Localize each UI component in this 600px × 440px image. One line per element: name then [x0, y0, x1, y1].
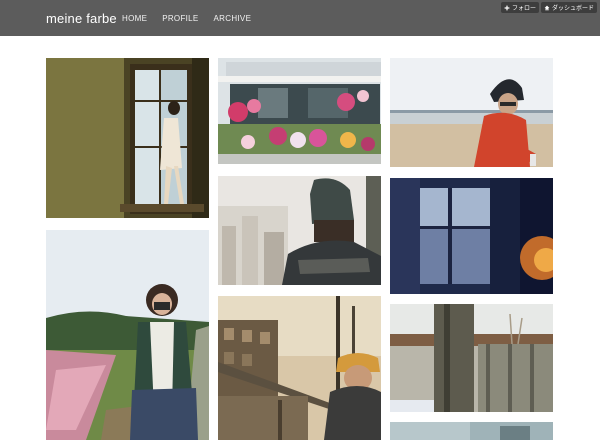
- photo-wooden-fence[interactable]: [390, 304, 553, 412]
- photo-girl-with-camera[interactable]: [46, 230, 209, 440]
- nav-archive[interactable]: ARCHIVE: [214, 14, 252, 23]
- site-title[interactable]: meine farbe: [46, 11, 117, 26]
- photo-flower-shop[interactable]: [218, 58, 381, 164]
- photo-beanie-man-city[interactable]: [218, 176, 381, 285]
- home-icon: [544, 5, 550, 10]
- plus-icon: [504, 5, 510, 10]
- photo-girl-in-window[interactable]: [46, 58, 209, 218]
- site-header: meine farbe HOME PROFILE ARCHIVE フォロー ダッ…: [0, 0, 600, 36]
- photo-man-with-cap[interactable]: [218, 296, 381, 440]
- photo-bottom-partial[interactable]: [390, 422, 553, 440]
- dashboard-label: ダッシュボード: [551, 5, 594, 12]
- tumblr-controls: フォロー ダッシュボード: [500, 2, 597, 13]
- dashboard-button[interactable]: ダッシュボード: [540, 2, 597, 13]
- photo-window-dark-blue[interactable]: [390, 178, 553, 294]
- nav-home[interactable]: HOME: [122, 14, 147, 23]
- main-nav: HOME PROFILE ARCHIVE: [122, 14, 251, 23]
- follow-label: フォロー: [511, 5, 536, 12]
- nav-profile[interactable]: PROFILE: [162, 14, 198, 23]
- photo-man-red-jacket-beach[interactable]: [390, 58, 553, 167]
- follow-button[interactable]: フォロー: [500, 2, 539, 13]
